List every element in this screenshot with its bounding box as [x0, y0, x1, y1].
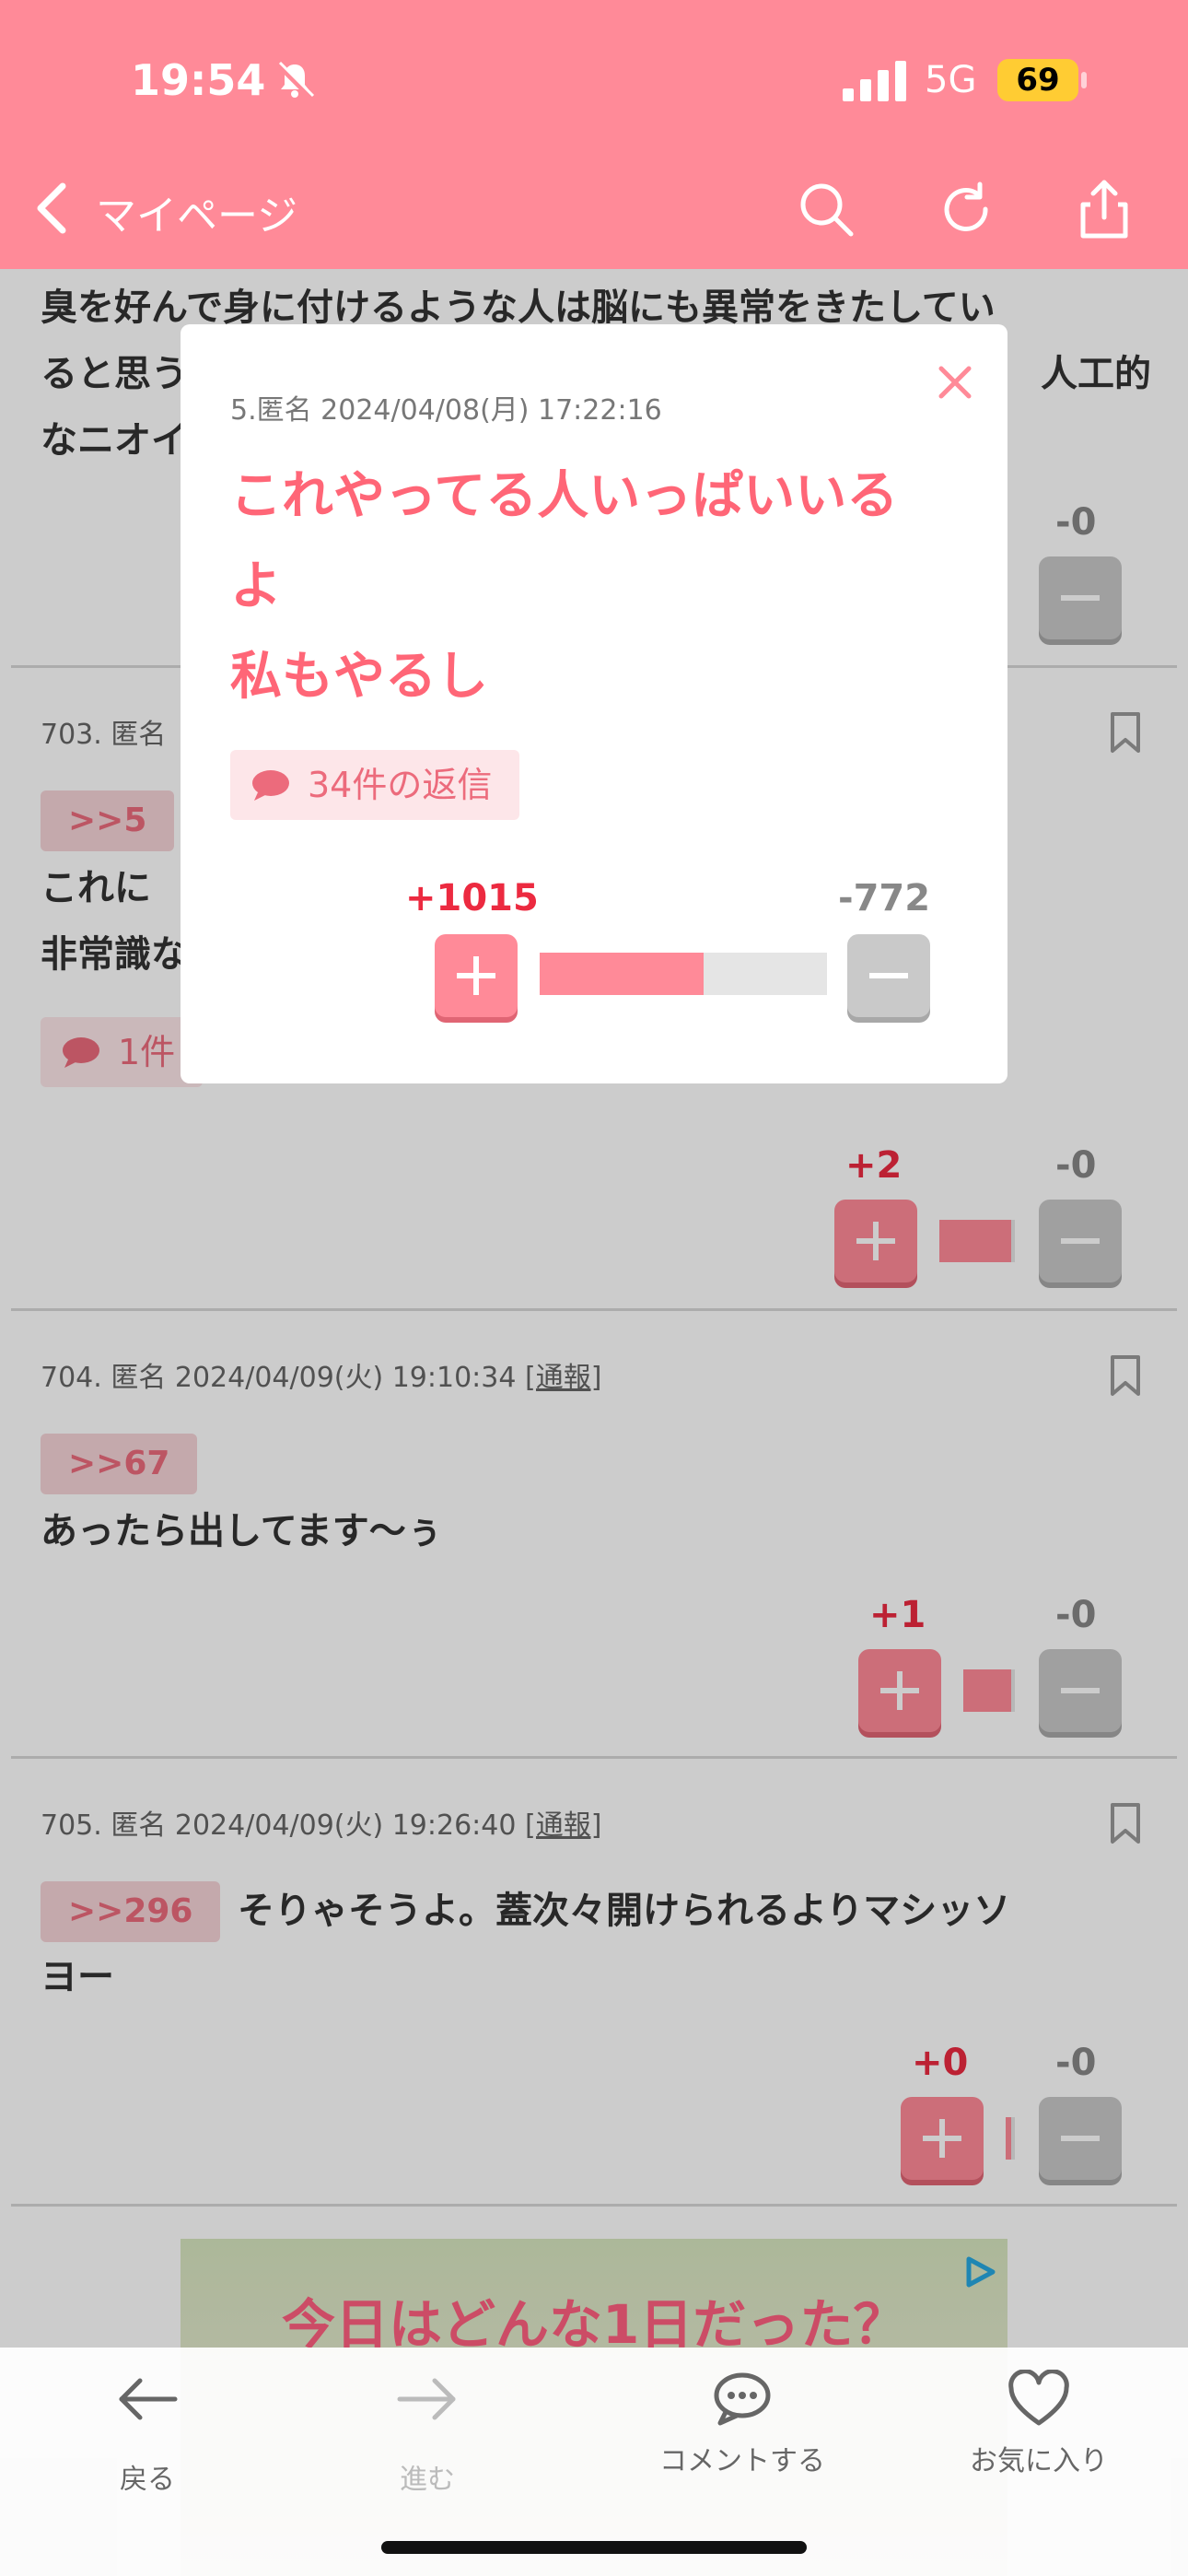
battery-tip	[1081, 72, 1087, 88]
comment-popup: 5.匿名 2024/04/08(月) 17:22:16 これやってる人いっぱいい…	[181, 324, 1007, 1083]
arrow-left-icon	[119, 2378, 178, 2420]
network-type: 5G	[925, 59, 977, 101]
comment-icon	[714, 2372, 771, 2426]
arrow-right-icon	[397, 2378, 456, 2420]
vote-bar	[540, 953, 827, 995]
close-icon[interactable]	[934, 361, 976, 404]
status-time: 19:54	[131, 55, 266, 105]
plus-count: +1015	[405, 877, 539, 919]
favorite-label: お気に入り	[970, 2445, 1108, 2477]
back-label: 戻る	[120, 2464, 175, 2496]
heart-icon	[1008, 2370, 1069, 2426]
share-icon[interactable]	[1072, 177, 1136, 241]
speech-bubble-icon	[252, 770, 289, 801]
battery-icon: 69	[997, 59, 1078, 101]
chevron-left-icon[interactable]	[33, 181, 70, 236]
home-indicator	[381, 2541, 807, 2554]
reload-icon[interactable]	[934, 177, 998, 241]
popup-text-line: これやってる人いっぱいいる	[230, 466, 899, 526]
search-icon[interactable]	[794, 177, 858, 241]
comment-label: コメントする	[659, 2445, 825, 2477]
popup-post-meta: 5.匿名 2024/04/08(月) 17:22:16	[230, 394, 662, 427]
signal-icon	[843, 61, 906, 101]
plus-vote-button[interactable]	[435, 934, 518, 1017]
minus-vote-button[interactable]	[847, 934, 930, 1017]
comment-button[interactable]: コメントする	[632, 2348, 853, 2523]
forward-label: 進む	[400, 2464, 455, 2496]
bell-muted-icon	[275, 61, 315, 100]
reply-count-chip[interactable]: 34件の返信	[230, 750, 520, 820]
popup-post-text: これやってる人いっぱいいる よ 私もやるし	[230, 451, 967, 722]
popup-text-line: 私もやるし	[230, 647, 488, 707]
popup-text-line: よ	[230, 556, 282, 616]
vote-bar-fill	[540, 953, 704, 995]
back-to-mypage-link[interactable]: マイページ	[96, 182, 297, 241]
forward-button[interactable]: 進む	[317, 2348, 538, 2523]
reply-count-label: 34件の返信	[308, 765, 493, 805]
minus-count: -772	[838, 877, 931, 919]
app-header: 19:54 5G 69 マイページ	[0, 0, 1188, 269]
favorite-button[interactable]: お気に入り	[928, 2348, 1149, 2523]
back-button[interactable]: 戻る	[37, 2348, 258, 2523]
